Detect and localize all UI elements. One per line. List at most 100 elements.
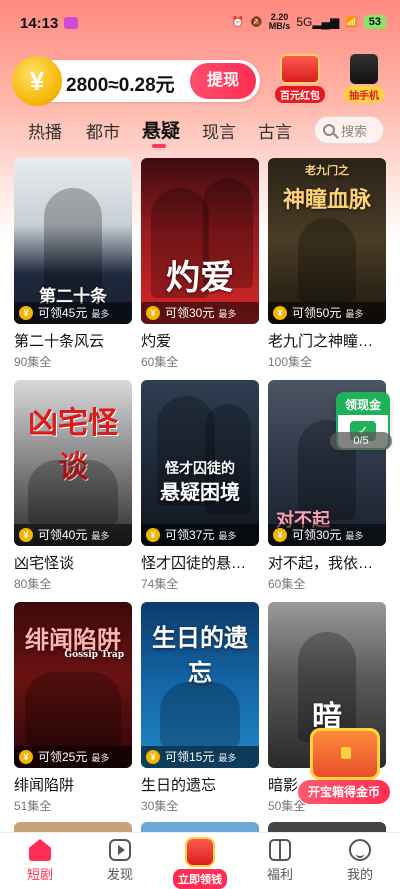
coin-icon: ¥ xyxy=(273,528,287,542)
reward-badge: ¥ 可领40元 最多 xyxy=(14,524,132,546)
drama-title: 对不起，我依… xyxy=(268,555,374,572)
poster-figure xyxy=(25,672,121,746)
drama-card-peek[interactable] xyxy=(141,822,259,832)
coin-icon: ¥ xyxy=(19,750,33,764)
reward-badge: ¥ 可领45元 最多 xyxy=(14,302,132,324)
coin-icon: ¥ xyxy=(19,306,33,320)
search-box[interactable]: 搜索 xyxy=(314,116,384,144)
drama-card[interactable]: 怪才囚徒的 悬疑困境 ¥ 可领37元 最多 怪才囚徒的悬… 74集全 xyxy=(141,380,259,592)
drama-poster: 第二十条 ¥ 可领45元 最多 xyxy=(14,158,132,324)
nav-welfare-label: 福利 xyxy=(266,867,293,882)
tab-suspense[interactable]: 悬疑 xyxy=(142,116,180,143)
red-envelope-icon xyxy=(280,54,320,84)
alarm-icon: ⏰ xyxy=(231,16,245,28)
drama-episodes: 60集全 xyxy=(268,577,306,591)
drama-poster: 怪才囚徒的 悬疑困境 ¥ 可领37元 最多 xyxy=(141,380,259,546)
coin-icon: ¥ xyxy=(273,306,287,320)
drama-title: 老九门之神瞳… xyxy=(268,333,374,350)
drama-title: 第二十条风云 xyxy=(14,333,105,350)
status-time: 14:13 xyxy=(20,15,59,32)
drama-card[interactable]: 第二十条 ¥ 可领45元 最多 第二十条风云 90集全 xyxy=(14,158,132,370)
nav-claim-label: 立即领钱 xyxy=(173,869,227,889)
nav-mine[interactable]: 我的 xyxy=(330,839,390,883)
tab-hot[interactable]: 热播 xyxy=(28,118,62,143)
drama-card-peek[interactable] xyxy=(268,822,386,832)
withdraw-button[interactable]: 提现 xyxy=(190,63,256,99)
reward-badge: ¥ 可领37元 最多 xyxy=(141,524,259,546)
reward-badge: ¥ 可领30元 最多 xyxy=(141,302,259,324)
redpack-promo[interactable]: 百元红包 xyxy=(272,54,328,104)
cash-task-label: 领现金 xyxy=(338,394,388,415)
poster-figure xyxy=(28,460,118,524)
nav-home[interactable]: 短剧 xyxy=(10,839,70,883)
drama-poster: 凶宅怪谈 ¥ 可领40元 最多 xyxy=(14,380,132,546)
red-envelope-icon xyxy=(185,837,215,867)
tab-modern-romance[interactable]: 现言 xyxy=(202,118,236,143)
status-right: ⏰ 🔕 2.20 MB/s 5G▂▄▆ 📶 53 xyxy=(232,13,386,31)
bottom-nav: 短剧 发现 立即领钱 福利 我的 xyxy=(0,832,400,889)
nav-discover-label: 发现 xyxy=(106,867,133,882)
reward-badge: ¥ 可领15元 最多 xyxy=(141,746,259,768)
drama-episodes: 51集全 xyxy=(14,799,52,813)
drama-episodes: 74集全 xyxy=(141,577,179,591)
drama-card[interactable]: 凶宅怪谈 ¥ 可领40元 最多 凶宅怪谈 80集全 xyxy=(14,380,132,592)
battery-indicator: 53 xyxy=(363,15,386,29)
drama-card[interactable]: 生日的遗忘 ¥ 可领15元 最多 生日的遗忘 30集全 xyxy=(141,602,259,814)
app-notification-icon xyxy=(64,17,78,29)
gift-icon xyxy=(269,839,291,861)
drama-episodes: 60集全 xyxy=(141,355,179,369)
nav-mine-label: 我的 xyxy=(346,867,373,882)
drama-episodes: 30集全 xyxy=(141,799,179,813)
open-chest-button[interactable]: 开宝箱得金币 xyxy=(298,780,390,804)
signal-icon: 5G▂▄▆ xyxy=(296,15,340,29)
nav-home-label: 短剧 xyxy=(26,867,53,882)
phone-icon xyxy=(350,54,378,84)
coin-icon: ¥ xyxy=(19,528,33,542)
reward-badge: ¥ 可领30元 最多 xyxy=(268,524,386,546)
phone-lottery-promo[interactable]: 抽手机 xyxy=(336,54,392,104)
poster-subtitle: Gossip Trap xyxy=(64,650,124,660)
drama-poster: 灼爱 ¥ 可领30元 最多 xyxy=(141,158,259,324)
play-icon xyxy=(109,839,131,861)
nav-welfare[interactable]: 福利 xyxy=(250,839,310,883)
coin-icon: ¥ xyxy=(12,56,62,106)
poster-title: 神瞳血脉 xyxy=(282,187,371,213)
coin-balance-bar[interactable]: ¥ 2800≈0.28元 提现 xyxy=(12,56,260,106)
poster-figure xyxy=(298,218,356,302)
nav-discover[interactable]: 发现 xyxy=(90,839,150,883)
drama-title: 怪才囚徒的悬… xyxy=(141,555,247,572)
drama-poster: 生日的遗忘 ¥ 可领15元 最多 xyxy=(141,602,259,768)
drama-card[interactable]: 绯闻陷阱 Gossip Trap ¥ 可领25元 最多 绯闻陷阱 51集全 xyxy=(14,602,132,814)
drama-card-peek[interactable] xyxy=(14,822,132,832)
drama-title: 灼爱 xyxy=(141,333,172,350)
redpack-label: 百元红包 xyxy=(275,86,325,103)
reward-badge: ¥ 可领50元 最多 xyxy=(268,302,386,324)
coin-balance: 2800≈0.28元 xyxy=(66,75,175,96)
tab-city[interactable]: 都市 xyxy=(86,118,120,143)
active-tab-indicator xyxy=(152,144,166,148)
nav-claim-money[interactable]: 立即领钱 xyxy=(172,833,228,889)
drama-title: 生日的遗忘 xyxy=(141,777,217,794)
tab-ancient-romance[interactable]: 古言 xyxy=(258,118,292,143)
phone-label: 抽手机 xyxy=(344,86,384,103)
profile-icon xyxy=(349,839,371,861)
drama-poster: 绯闻陷阱 Gossip Trap ¥ 可领25元 最多 xyxy=(14,602,132,768)
drama-title: 凶宅怪谈 xyxy=(14,555,75,572)
wifi-icon: 📶 xyxy=(345,16,358,28)
category-tabs: 热播 都市 悬疑 现言 古言 搜索 xyxy=(0,114,400,150)
poster-subtitle: 老九门之 xyxy=(305,164,349,177)
poster-title: 悬疑困境 xyxy=(160,480,240,504)
drama-poster: 老九门之 神瞳血脉 ¥ 可领50元 最多 xyxy=(268,158,386,324)
drama-card[interactable]: 老九门之 神瞳血脉 ¥ 可领50元 最多 老九门之神瞳… 100集全 xyxy=(268,158,386,370)
drama-card[interactable]: 灼爱 ¥ 可领30元 最多 灼爱 60集全 xyxy=(141,158,259,370)
poster-subtitle: 怪才囚徒的 xyxy=(165,461,235,477)
search-placeholder: 搜索 xyxy=(341,123,368,139)
coin-icon: ¥ xyxy=(146,750,160,764)
home-icon xyxy=(29,839,51,861)
treasure-chest-icon[interactable] xyxy=(310,728,380,780)
drama-episodes: 80集全 xyxy=(14,577,52,591)
reward-badge: ¥ 可领25元 最多 xyxy=(14,746,132,768)
coin-icon: ¥ xyxy=(146,528,160,542)
status-bar: 14:13 ⏰ 🔕 2.20 MB/s 5G▂▄▆ 📶 53 xyxy=(0,0,400,46)
drama-episodes: 90集全 xyxy=(14,355,52,369)
